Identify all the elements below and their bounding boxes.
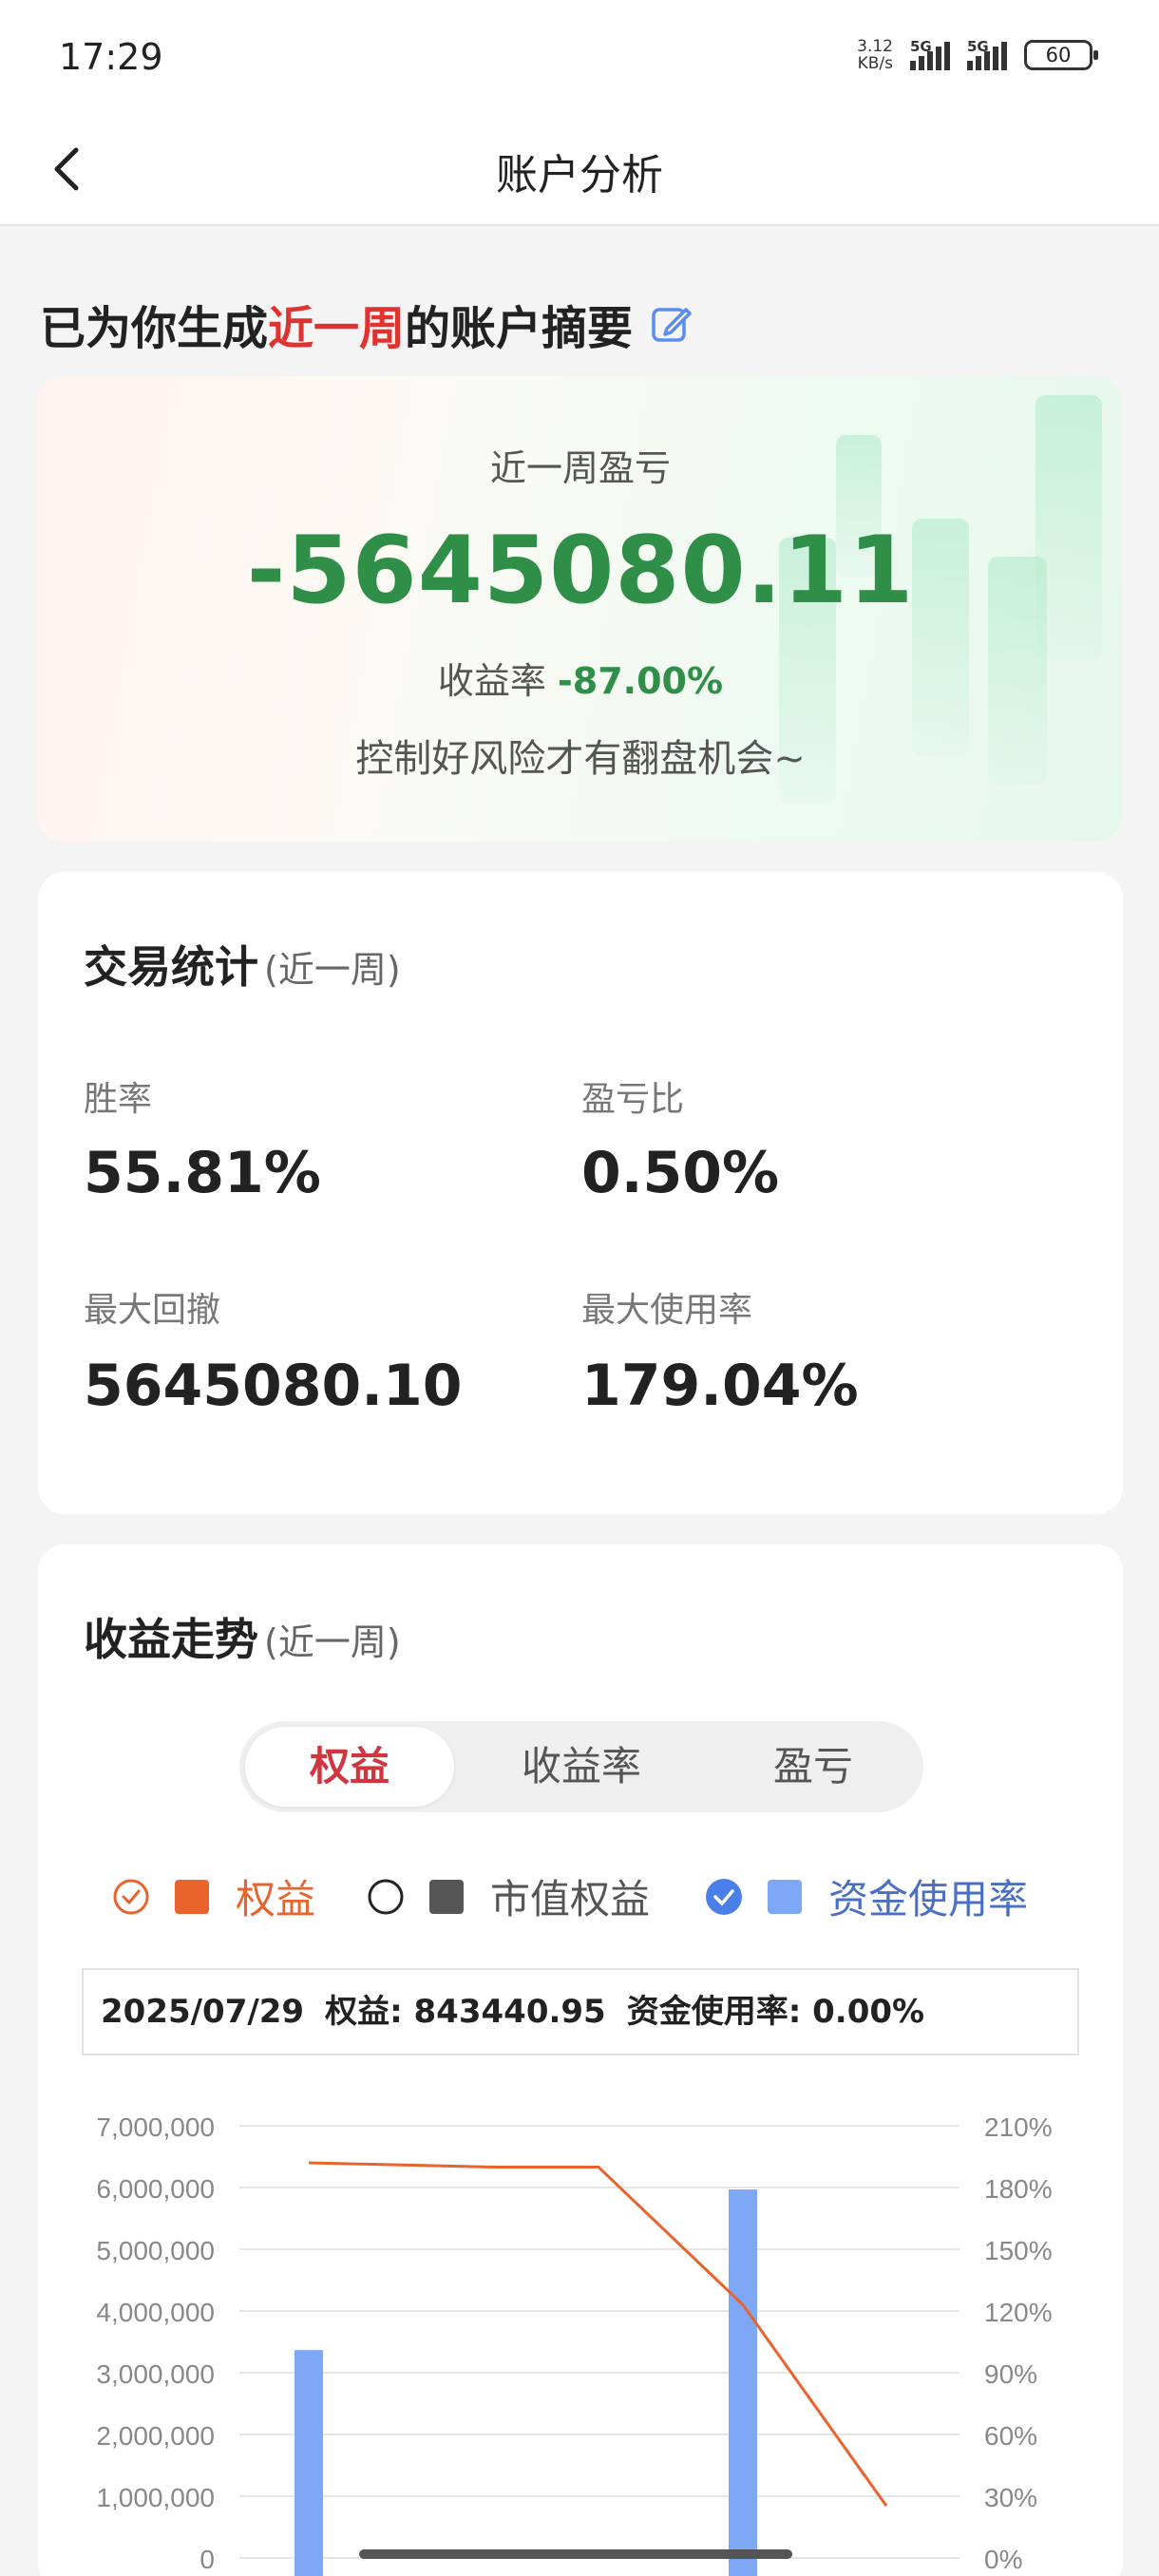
summary-pnl-value: -5645080.11 <box>246 517 915 625</box>
check-circle-icon <box>113 1879 149 1914</box>
y-tick-label-left: 1,000,000 <box>96 2483 215 2512</box>
stat-value-pnl-ratio: 0.50% <box>581 1140 780 1206</box>
stat-label-pnl-ratio: 盈亏比 <box>581 1080 685 1119</box>
status-icons: 3.12 KB/s 5G 5G 60 <box>857 37 1098 73</box>
circle-unchecked-icon <box>368 1879 404 1914</box>
usage-bar <box>294 2350 323 2576</box>
y-tick-label-left: 0 <box>200 2545 215 2574</box>
card-title: 收益走势 (近一周) <box>84 1614 401 1665</box>
y-tick-label-left: 3,000,000 <box>96 2359 215 2389</box>
summary-card: 近一周盈亏 -5645080.11 收益率 -87.00% 控制好风险才有翻盘机… <box>38 376 1123 842</box>
check-circle-filled-icon <box>706 1878 742 1915</box>
trend-tabs: 权益 收益率 盈亏 <box>239 1721 923 1812</box>
y-tick-label-right: 60% <box>984 2421 1037 2451</box>
equity-chart[interactable]: 0 0% 1,000,000 30% 2,000,000 60% 3,000,000 90% 4… <box>38 2076 1123 2576</box>
card-title: 交易统计 (近一周) <box>84 941 401 993</box>
y-tick-label-right: 0% <box>984 2545 1022 2574</box>
y-tick-label-left: 4,000,000 <box>96 2298 215 2327</box>
usage-bar <box>729 2189 757 2576</box>
chart-tooltip: 2025/07/29 权益: 843440.95 资金使用率: 0.00% <box>82 1968 1079 2055</box>
y-tick-label-right: 120% <box>984 2298 1053 2327</box>
nav-bar: 账户分析 <box>0 114 1159 226</box>
legend-item-equity[interactable]: 权益 <box>112 1867 315 1925</box>
status-time: 17:29 <box>59 36 163 78</box>
y-tick-label-right: 90% <box>984 2359 1037 2389</box>
y-tick-label-right: 210% <box>984 2112 1053 2142</box>
page-title: 账户分析 <box>496 151 663 199</box>
y-tick-label-left: 6,000,000 <box>96 2174 215 2204</box>
status-bar: 17:29 3.12 KB/s 5G 5G 60 <box>0 0 1159 114</box>
legend-item-market-equity[interactable]: 市值权益 <box>367 1867 650 1925</box>
tab-return-rate[interactable]: 收益率 <box>477 1727 686 1807</box>
equity-line <box>308 2161 888 2508</box>
tab-equity[interactable]: 权益 <box>245 1727 454 1807</box>
summary-label: 近一周盈亏 <box>489 447 671 489</box>
legend-swatch <box>429 1879 464 1914</box>
y-tick-label-right: 180% <box>984 2174 1053 2204</box>
y-tick-label-left: 5,000,000 <box>96 2236 215 2265</box>
y-tick-label-left: 7,000,000 <box>96 2112 215 2142</box>
stat-label-max-usage: 最大使用率 <box>581 1291 753 1330</box>
tab-pnl[interactable]: 盈亏 <box>709 1727 918 1807</box>
trade-stats-card: 交易统计 (近一周) 胜率 55.81% 盈亏比 0.50% 最大回撤 56450… <box>38 872 1123 1514</box>
signal-icon: 5G <box>910 38 950 70</box>
network-speed: 3.12 KB/s <box>857 37 893 73</box>
stat-value-win-rate: 55.81% <box>84 1140 321 1206</box>
stat-value-max-usage: 179.04% <box>581 1353 859 1419</box>
legend-swatch <box>768 1879 802 1914</box>
summary-rate: 收益率 -87.00% <box>437 660 724 702</box>
y-tick-label-right: 150% <box>984 2236 1053 2265</box>
rate-value: -87.00% <box>558 660 724 702</box>
battery-icon: 60 <box>1024 40 1098 70</box>
y-tick-label-right: 30% <box>984 2483 1037 2512</box>
period-highlight: 近一周 <box>268 302 406 355</box>
legend-item-usage-rate[interactable]: 资金使用率 <box>705 1867 1028 1925</box>
summary-tip: 控制好风险才有翻盘机会~ <box>355 737 806 781</box>
summary-heading: 已为你生成 近一周 的账户摘要 <box>40 291 694 357</box>
stat-label-max-drawdown: 最大回撤 <box>84 1291 221 1330</box>
edit-icon[interactable] <box>650 302 694 346</box>
home-indicator[interactable] <box>359 2549 792 2559</box>
y-tick-label-left: 2,000,000 <box>96 2421 215 2451</box>
stat-label-win-rate: 胜率 <box>84 1080 153 1119</box>
trend-card: 收益走势 (近一周) 权益 收益率 盈亏 权益 市值权益 资金使用率 2025/0… <box>38 1544 1123 2576</box>
signal-icon: 5G <box>967 38 1007 70</box>
stat-value-max-drawdown: 5645080.10 <box>84 1353 463 1419</box>
legend-swatch <box>175 1879 209 1914</box>
